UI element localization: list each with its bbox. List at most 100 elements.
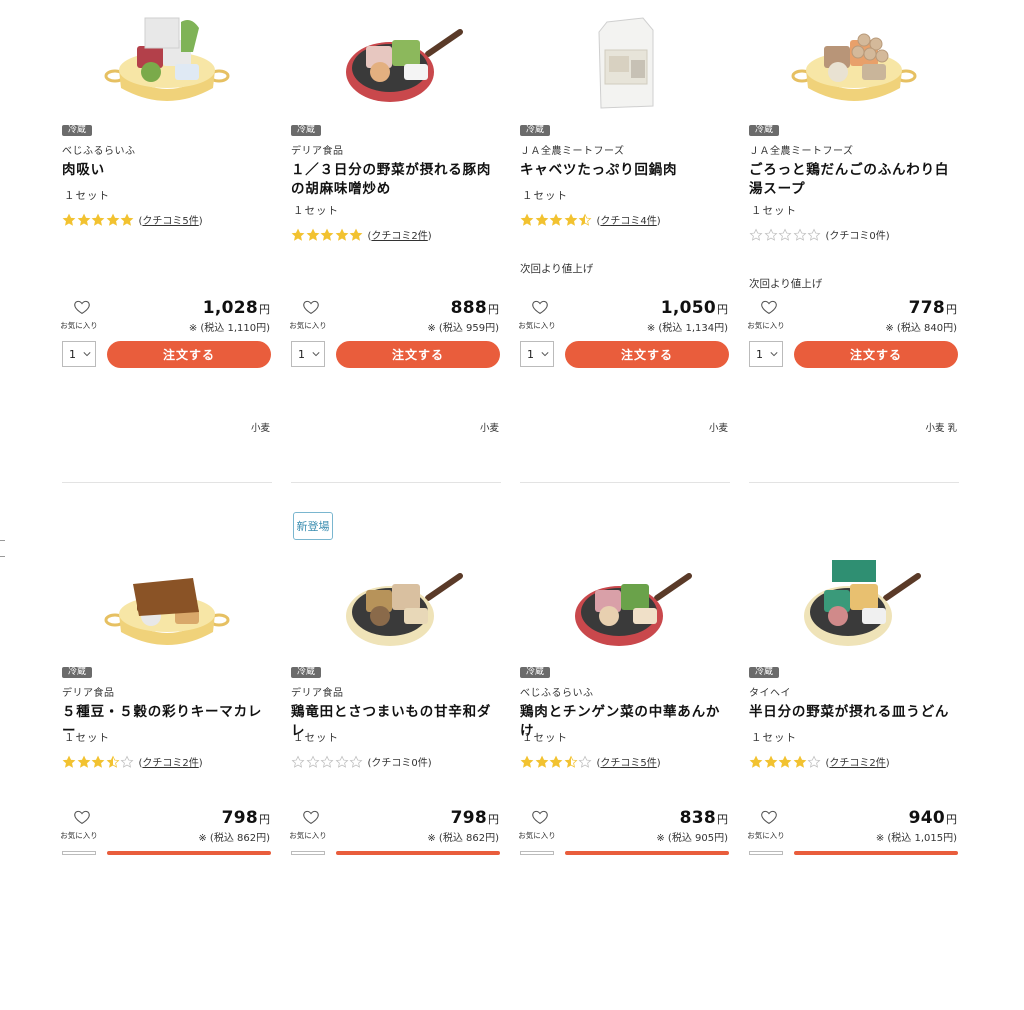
- star-empty-icon: [291, 755, 305, 768]
- tax-suffix: 円): [943, 833, 957, 844]
- product-image[interactable]: [784, 10, 924, 115]
- price: 798円: [451, 808, 499, 828]
- star-full-icon: [291, 228, 305, 241]
- review-link[interactable]: クチコミ5件: [142, 216, 198, 227]
- star-empty-icon: [778, 228, 792, 241]
- favorite-button[interactable]: お気に入り: [518, 298, 560, 331]
- review-link[interactable]: クチコミ5件: [600, 758, 656, 769]
- quantity-select[interactable]: 1: [520, 341, 554, 367]
- order-button[interactable]: 注文する: [336, 341, 500, 368]
- rating: (クチコミ4件): [520, 212, 661, 227]
- star-full-icon: [764, 755, 777, 768]
- product-image[interactable]: [326, 554, 466, 659]
- product-image[interactable]: [326, 10, 466, 115]
- price-amount: 888: [450, 298, 487, 318]
- order-button[interactable]: [107, 851, 271, 855]
- product-image[interactable]: [555, 10, 695, 115]
- review-link[interactable]: クチコミ2件: [829, 758, 885, 769]
- review-link[interactable]: クチコミ2件: [371, 231, 427, 242]
- favorite-button[interactable]: お気に入り: [60, 298, 102, 331]
- review-count[interactable]: (クチコミ5件): [597, 754, 661, 769]
- favorite-label: お気に入り: [60, 321, 98, 330]
- quantity-select[interactable]: 1: [749, 341, 783, 367]
- star-full-icon: [535, 755, 548, 768]
- favorite-label: お気に入り: [747, 831, 785, 840]
- storage-badge: 冷蔵: [749, 667, 780, 678]
- tax-suffix: 円): [714, 833, 728, 844]
- product-thumbnail[interactable]: [749, 10, 959, 120]
- product-thumbnail[interactable]: [291, 10, 501, 120]
- quantity-select[interactable]: [291, 851, 325, 855]
- chevron-down-icon: [83, 352, 91, 357]
- review-count[interactable]: (クチコミ2件): [368, 227, 432, 242]
- review-close-paren: ): [427, 231, 432, 242]
- price-amount: 778: [908, 298, 945, 318]
- rating: (クチコミ5件): [62, 212, 203, 227]
- price: 778円: [909, 298, 957, 318]
- price-amount: 798: [221, 808, 258, 828]
- unit-label: １セット: [64, 732, 110, 744]
- product-title[interactable]: 肉吸い: [62, 161, 274, 180]
- favorite-button[interactable]: お気に入り: [289, 298, 331, 331]
- quantity-select[interactable]: [62, 851, 96, 855]
- favorite-button[interactable]: お気に入り: [747, 808, 789, 841]
- product-card: 冷蔵 ＪＡ全農ミートフーズ キャベツたっぷり回鍋肉 １セット (クチコミ4件) 次回より値…: [518, 0, 732, 483]
- favorite-label: お気に入り: [60, 831, 98, 840]
- allergen-info: 小麦: [708, 423, 728, 434]
- order-button[interactable]: [565, 851, 729, 855]
- review-count[interactable]: (クチコミ5件): [139, 212, 203, 227]
- star-full-icon: [320, 228, 334, 241]
- tax-prefix: ※ (税込: [656, 833, 695, 844]
- tax-amount: 905: [695, 833, 715, 844]
- maker-name: べじふるらいふ: [62, 146, 136, 157]
- review-link[interactable]: クチコミ2件: [142, 758, 198, 769]
- favorite-button[interactable]: お気に入り: [518, 808, 560, 841]
- tax-prefix: ※ (税込: [188, 323, 228, 334]
- product-image[interactable]: [97, 10, 237, 115]
- order-button[interactable]: [794, 851, 958, 855]
- product-image[interactable]: [97, 554, 237, 659]
- order-button[interactable]: 注文する: [794, 341, 958, 368]
- product-thumbnail[interactable]: [749, 554, 959, 664]
- price-currency: 円: [488, 303, 499, 316]
- tax-included-price: ※ (税込 840円): [885, 319, 957, 334]
- product-thumbnail[interactable]: [62, 10, 272, 120]
- quantity-select[interactable]: 1: [62, 341, 96, 367]
- order-button[interactable]: [336, 851, 500, 855]
- order-button[interactable]: 注文する: [107, 341, 271, 368]
- product-image[interactable]: [784, 554, 924, 659]
- favorite-button[interactable]: お気に入り: [289, 808, 331, 841]
- product-image[interactable]: [555, 554, 695, 659]
- heart-icon: [303, 810, 319, 824]
- quantity-select[interactable]: [749, 851, 783, 855]
- favorite-button[interactable]: お気に入り: [747, 298, 789, 331]
- star-empty-icon: [120, 755, 134, 768]
- product-thumbnail[interactable]: [62, 554, 272, 664]
- quantity-select[interactable]: [520, 851, 554, 855]
- product-title[interactable]: ごろっと鶏だんごのふんわり白湯スープ: [749, 161, 961, 199]
- review-count[interactable]: (クチコミ2件): [826, 754, 890, 769]
- price-currency: 円: [946, 813, 957, 826]
- favorite-button[interactable]: お気に入り: [60, 808, 102, 841]
- rating: (クチコミ2件): [749, 754, 890, 769]
- star-empty-icon: [335, 755, 348, 768]
- review-count[interactable]: (クチコミ4件): [597, 212, 661, 227]
- review-link[interactable]: クチコミ4件: [600, 216, 656, 227]
- product-title[interactable]: キャベツたっぷり回鍋肉: [520, 161, 732, 180]
- order-button[interactable]: 注文する: [565, 341, 729, 368]
- card-divider: [62, 482, 272, 483]
- product-thumbnail[interactable]: [520, 554, 730, 664]
- product-thumbnail[interactable]: [291, 554, 501, 664]
- storage-badge: 冷蔵: [520, 667, 551, 678]
- price: 888円: [451, 298, 499, 318]
- product-thumbnail[interactable]: [520, 10, 730, 120]
- review-close-paren: ): [885, 758, 890, 769]
- card-divider: [291, 482, 501, 483]
- review-count: (クチコミ0件): [826, 227, 890, 242]
- product-title[interactable]: 半日分の野菜が摂れる皿うどん: [749, 703, 961, 722]
- product-title[interactable]: １／３日分の野菜が摂れる豚肉の胡麻味噌炒め: [291, 161, 503, 199]
- product-card: 冷蔵 タイヘイ 半日分の野菜が摂れる皿うどん １セット (クチコミ2件) お気に入り 940…: [747, 540, 961, 1010]
- review-count[interactable]: (クチコミ2件): [139, 754, 203, 769]
- price-amount: 1,028: [202, 298, 258, 318]
- quantity-select[interactable]: 1: [291, 341, 325, 367]
